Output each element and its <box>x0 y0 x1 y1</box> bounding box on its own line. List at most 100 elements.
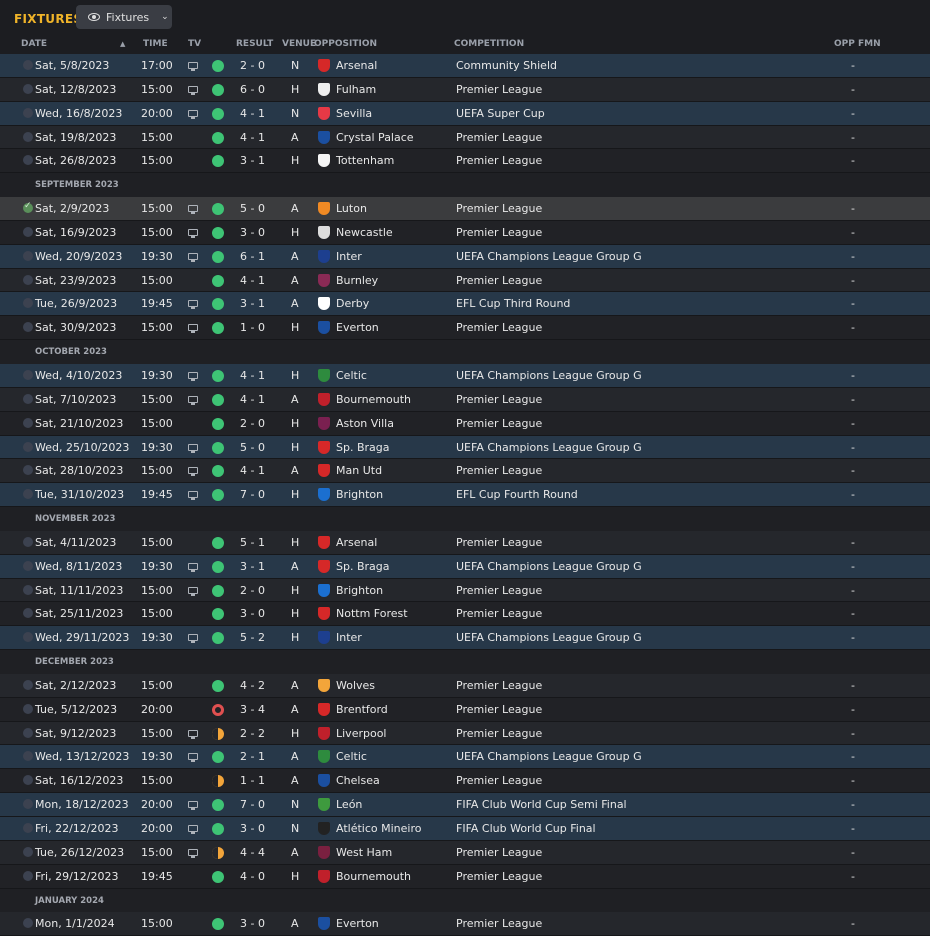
fixture-opposition[interactable]: Fulham <box>336 83 376 96</box>
fixture-result[interactable]: 2 - 0 <box>240 417 265 430</box>
completed-check-icon[interactable] <box>23 201 33 214</box>
match-status-icon[interactable] <box>23 775 33 786</box>
match-status-icon[interactable] <box>23 131 33 142</box>
fixture-row[interactable]: Sat, 11/11/2023 15:00 2 - 0 H Brighton Premie… <box>0 578 930 603</box>
match-status-icon[interactable] <box>23 226 33 237</box>
fixture-result[interactable]: 3 - 0 <box>240 607 265 620</box>
match-status-icon[interactable] <box>23 83 33 94</box>
match-status-icon[interactable] <box>23 823 33 833</box>
fixture-result[interactable]: 3 - 0 <box>240 917 265 930</box>
fixture-row[interactable]: Tue, 5/12/2023 20:00 3 - 4 A Brentford Premie… <box>0 697 930 722</box>
match-status-icon[interactable] <box>23 393 33 404</box>
fixture-competition[interactable]: Community Shield <box>456 59 557 72</box>
fixture-competition[interactable]: UEFA Champions League Group G <box>456 631 642 644</box>
match-status-icon[interactable] <box>23 727 33 738</box>
fixture-competition[interactable]: Premier League <box>456 83 542 96</box>
fixture-result[interactable]: 2 - 1 <box>240 750 265 763</box>
fixture-result[interactable]: 3 - 0 <box>240 226 265 239</box>
fixture-opposition[interactable]: Chelsea <box>336 774 380 787</box>
fixture-result[interactable]: 3 - 4 <box>240 703 265 716</box>
fixture-row[interactable]: Sat, 19/8/2023 15:00 4 - 1 A Crystal Palace P… <box>0 125 930 150</box>
fixture-result[interactable]: 6 - 0 <box>240 83 265 96</box>
match-status-icon[interactable] <box>23 60 33 70</box>
fixture-result[interactable]: 2 - 2 <box>240 727 265 740</box>
fixture-opposition[interactable]: Arsenal <box>336 59 377 72</box>
match-status-icon[interactable] <box>23 608 33 619</box>
fixture-result[interactable]: 2 - 0 <box>240 584 265 597</box>
match-status-icon[interactable] <box>23 322 33 333</box>
fixture-result[interactable]: 4 - 1 <box>240 393 265 406</box>
fixture-row[interactable]: Mon, 1/1/2024 15:00 3 - 0 A Everton Premier L… <box>0 912 930 936</box>
column-header-time[interactable]: TIME <box>143 39 168 49</box>
fixture-result[interactable]: 4 - 1 <box>240 274 265 287</box>
fixture-opposition[interactable]: Celtic <box>336 750 367 763</box>
fixture-competition[interactable]: UEFA Champions League Group G <box>456 750 642 763</box>
match-status-icon[interactable] <box>23 870 33 881</box>
fixture-opposition[interactable]: Brentford <box>336 703 388 716</box>
fixture-result[interactable]: 2 - 0 <box>240 59 265 72</box>
fixture-row[interactable]: Sat, 28/10/2023 15:00 4 - 1 A Man Utd Premier… <box>0 459 930 484</box>
fixture-competition[interactable]: FIFA Club World Cup Semi Final <box>456 798 627 811</box>
column-header-result[interactable]: RESULT <box>236 39 273 49</box>
fixture-result[interactable]: 4 - 0 <box>240 870 265 883</box>
fixture-competition[interactable]: Premier League <box>456 679 542 692</box>
fixture-row[interactable]: Mon, 18/12/2023 20:00 7 - 0 N León FIFA Club … <box>0 793 930 817</box>
match-status-icon[interactable] <box>23 679 33 690</box>
fixture-row[interactable]: Sat, 21/10/2023 15:00 2 - 0 H Aston Villa Pre… <box>0 411 930 436</box>
fixture-row[interactable]: Wed, 4/10/2023 19:30 4 - 1 H Celtic UEFA Cham… <box>0 363 930 388</box>
match-status-icon[interactable] <box>23 274 33 285</box>
fixture-competition[interactable]: Premier League <box>456 917 542 930</box>
match-status-icon[interactable] <box>23 298 33 309</box>
view-dropdown-button[interactable]: Fixtures ⌄ <box>76 5 172 29</box>
fixture-result[interactable]: 5 - 2 <box>240 631 265 644</box>
fixture-competition[interactable]: UEFA Champions League Group G <box>456 560 642 573</box>
fixture-competition[interactable]: Premier League <box>456 226 542 239</box>
fixture-row[interactable]: Fri, 29/12/2023 19:45 4 - 0 H Bournemouth Pre… <box>0 864 930 889</box>
match-status-icon[interactable] <box>23 560 33 571</box>
fixture-result[interactable]: 4 - 4 <box>240 846 265 859</box>
fixture-opposition[interactable]: Man Utd <box>336 464 382 477</box>
fixture-row[interactable]: Tue, 31/10/2023 19:45 7 - 0 H Brighton EFL Cu… <box>0 483 930 508</box>
fixture-result[interactable]: 1 - 0 <box>240 321 265 334</box>
fixture-row[interactable]: Wed, 29/11/2023 19:30 5 - 2 H Inter UEFA Cham… <box>0 626 930 651</box>
match-status-icon[interactable] <box>23 369 33 380</box>
match-status-icon[interactable] <box>23 536 33 547</box>
fixture-result[interactable]: 4 - 2 <box>240 679 265 692</box>
fixture-row[interactable]: Tue, 26/12/2023 15:00 4 - 4 A West Ham Premie… <box>0 840 930 865</box>
column-header-tv[interactable]: TV <box>188 39 201 49</box>
fixture-opposition[interactable]: Inter <box>336 250 362 263</box>
column-header-competition[interactable]: COMPETITION <box>454 39 524 49</box>
fixture-competition[interactable]: Premier League <box>456 321 542 334</box>
fixture-competition[interactable]: Premier League <box>456 870 542 883</box>
fixture-competition[interactable]: EFL Cup Third Round <box>456 297 570 310</box>
match-status-icon[interactable] <box>23 918 33 929</box>
fixture-competition[interactable]: Premier League <box>456 607 542 620</box>
fixture-row[interactable]: Wed, 20/9/2023 19:30 6 - 1 A Inter UEFA Champ… <box>0 244 930 269</box>
fixture-opposition[interactable]: Atlético Mineiro <box>336 822 421 835</box>
fixture-result[interactable]: 4 - 1 <box>240 107 265 120</box>
fixture-opposition[interactable]: Sevilla <box>336 107 372 120</box>
fixture-row[interactable]: Wed, 8/11/2023 19:30 3 - 1 A Sp. Braga UEFA C… <box>0 554 930 579</box>
fixture-result[interactable]: 6 - 1 <box>240 250 265 263</box>
fixture-row[interactable]: Sat, 26/8/2023 15:00 3 - 1 H Tottenham Premie… <box>0 149 930 174</box>
fixture-competition[interactable]: Premier League <box>456 703 542 716</box>
fixture-row[interactable]: Sat, 30/9/2023 15:00 1 - 0 H Everton Premier … <box>0 316 930 341</box>
fixture-result[interactable]: 5 - 0 <box>240 441 265 454</box>
fixture-opposition[interactable]: Brighton <box>336 488 383 501</box>
fixture-opposition[interactable]: Luton <box>336 202 367 215</box>
fixture-opposition[interactable]: León <box>336 798 362 811</box>
fixture-competition[interactable]: Premier League <box>456 536 542 549</box>
fixture-competition[interactable]: Premier League <box>456 464 542 477</box>
fixture-result[interactable]: 3 - 1 <box>240 560 265 573</box>
fixture-competition[interactable]: Premier League <box>456 774 542 787</box>
fixture-opposition[interactable]: Wolves <box>336 679 375 692</box>
fixture-opposition[interactable]: Liverpool <box>336 727 386 740</box>
match-status-icon[interactable] <box>23 441 33 452</box>
fixture-opposition[interactable]: Sp. Braga <box>336 560 390 573</box>
fixture-competition[interactable]: Premier League <box>456 846 542 859</box>
fixture-result[interactable]: 4 - 1 <box>240 464 265 477</box>
fixture-opposition[interactable]: Celtic <box>336 369 367 382</box>
fixture-result[interactable]: 3 - 1 <box>240 154 265 167</box>
match-status-icon[interactable] <box>23 584 33 595</box>
fixture-competition[interactable]: UEFA Champions League Group G <box>456 369 642 382</box>
